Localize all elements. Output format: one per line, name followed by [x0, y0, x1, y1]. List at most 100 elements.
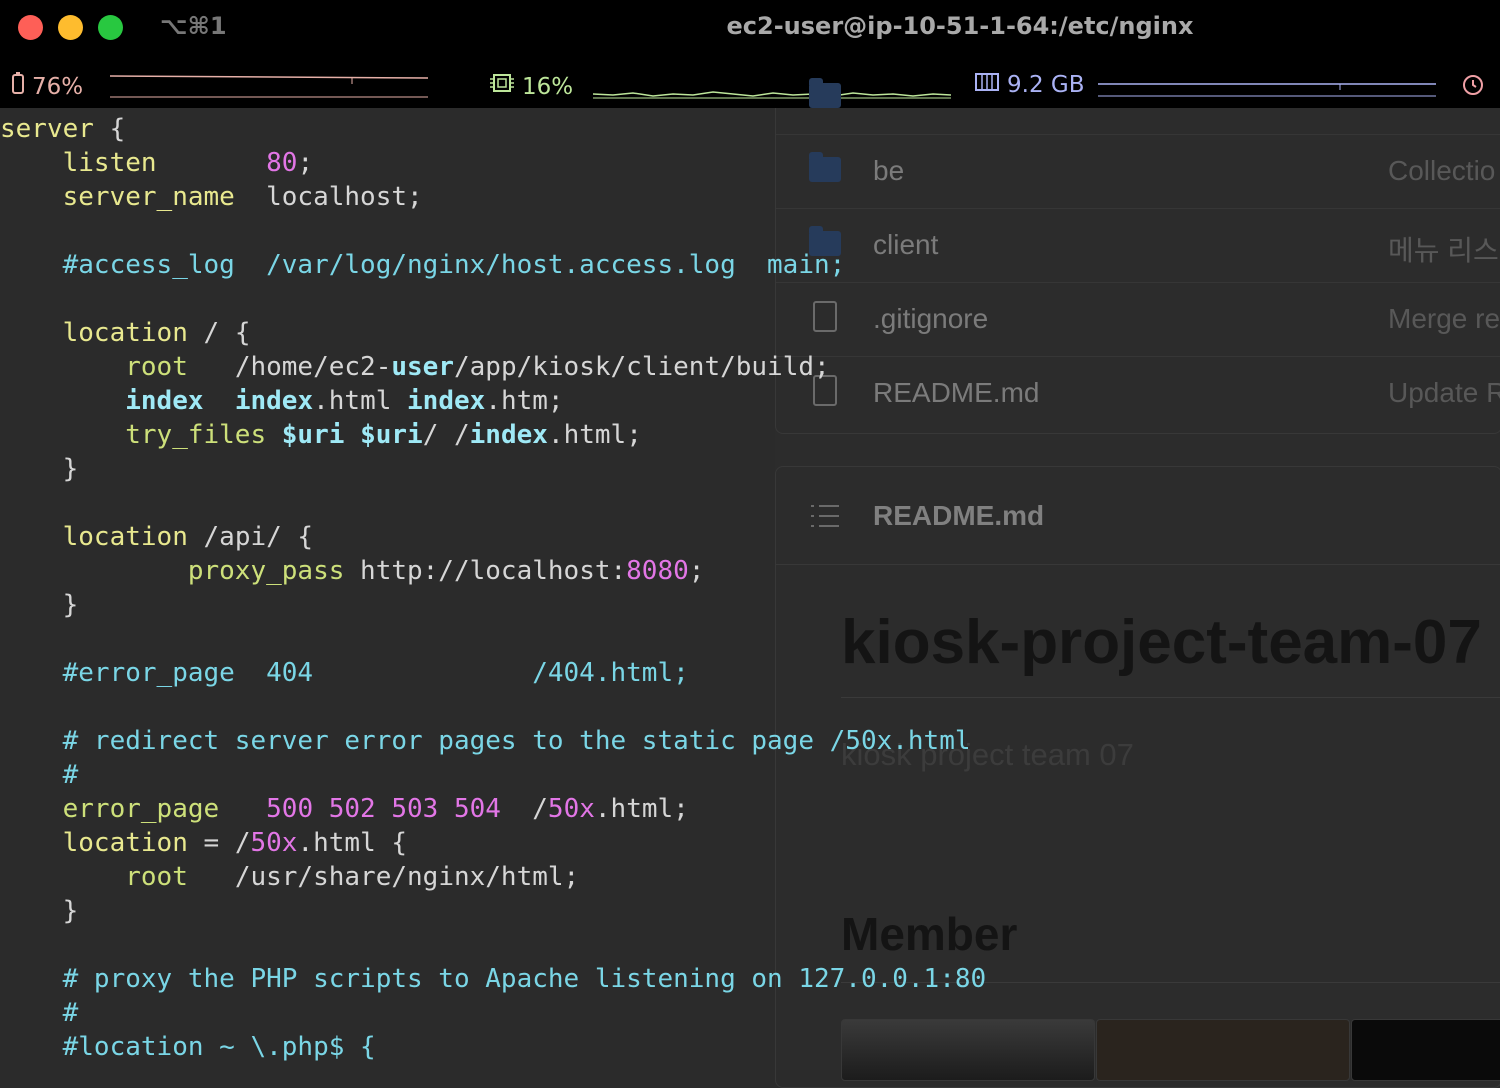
code-line: try_files $uri $uri/ /index.html; — [0, 418, 986, 452]
code-token: ; — [297, 148, 314, 178]
code-token: location — [62, 828, 188, 858]
member-photo — [1096, 1019, 1350, 1081]
battery-icon — [12, 72, 24, 100]
battery-graph — [110, 75, 428, 98]
code-token: $uri — [360, 420, 423, 450]
code-token: 50x — [250, 828, 298, 858]
commit-message[interactable]: Update R — [1388, 377, 1500, 409]
folder-icon — [809, 78, 841, 108]
cpu-status: 16% — [490, 72, 573, 100]
code-token: root — [125, 352, 188, 382]
code-token: #error_page 404 /404.html; — [62, 658, 689, 688]
code-token: .htm; — [485, 386, 564, 416]
terminal-output[interactable]: server { listen 80; server_name localhos… — [0, 112, 986, 1064]
battery-status: 76% — [12, 72, 83, 100]
code-line: listen 80; — [0, 146, 986, 180]
code-line: } — [0, 452, 986, 486]
code-token: server_name — [62, 182, 235, 212]
code-token: } — [0, 590, 79, 620]
code-token: location — [62, 522, 188, 552]
minimize-window-button[interactable] — [58, 15, 83, 40]
code-token: index — [234, 386, 314, 416]
code-token: # — [62, 760, 79, 790]
code-line: location = /50x.html { — [0, 826, 986, 860]
window-title: ec2-user@ip-10-51-1-64:/etc/nginx — [726, 12, 1194, 40]
code-line: index index.html index.htm; — [0, 384, 986, 418]
code-token: } — [0, 454, 79, 484]
code-line: # redirect server error pages to the sta… — [0, 724, 986, 758]
code-token: localhost; — [234, 182, 423, 212]
code-line: root /home/ec2-user/app/kiosk/client/bui… — [0, 350, 986, 384]
code-token: #access_log /var/log/nginx/host.access.l… — [62, 250, 846, 280]
code-line: } — [0, 894, 986, 928]
code-token: index — [469, 420, 548, 450]
code-line: location / { — [0, 316, 986, 350]
tab-shortcut-label: ⌥⌘1 — [160, 12, 227, 40]
code-token: .html; — [594, 794, 689, 824]
code-token: { — [93, 114, 126, 144]
code-line: #access_log /var/log/nginx/host.access.l… — [0, 248, 986, 282]
code-token: index — [407, 386, 486, 416]
code-token: /usr/share/nginx/html; — [187, 862, 580, 892]
code-token: try_files — [125, 420, 267, 450]
battery-value: 76% — [32, 74, 84, 100]
code-token: .html { — [297, 828, 408, 858]
commit-message[interactable]: Merge re — [1388, 303, 1500, 335]
code-token: # redirect server error pages to the sta… — [62, 726, 971, 756]
code-token: proxy_pass — [187, 556, 345, 586]
code-token: location — [62, 318, 188, 348]
commit-message[interactable]: 메뉴 리스트 — [1388, 229, 1500, 269]
code-token: server — [0, 114, 94, 144]
close-window-button[interactable] — [18, 15, 43, 40]
code-token: $uri — [281, 420, 345, 450]
code-line: # — [0, 996, 986, 1030]
commit-message[interactable]: Collectio — [1388, 155, 1495, 187]
code-token: /home/ec2- — [187, 352, 392, 382]
code-token: listen — [62, 148, 157, 178]
code-token: #location ~ \.php$ { — [62, 1032, 376, 1062]
code-line: #location ~ \.php$ { — [0, 1030, 986, 1064]
code-token: / { — [187, 318, 251, 348]
code-token: / — [500, 794, 548, 824]
code-token: 500 502 503 504 — [266, 794, 501, 824]
code-token: # proxy the PHP scripts to Apache listen… — [62, 964, 987, 994]
code-token: http://localhost: — [344, 556, 627, 586]
code-token: /api/ { — [187, 522, 314, 552]
zoom-window-button[interactable] — [98, 15, 123, 40]
code-line: # — [0, 758, 986, 792]
cpu-value: 16% — [522, 74, 574, 100]
code-line: server { — [0, 112, 986, 146]
code-token: 50x — [547, 794, 595, 824]
code-token: /app/kiosk/client/build; — [453, 352, 830, 382]
code-token: ; — [688, 556, 705, 586]
member-photo — [1351, 1019, 1500, 1081]
code-token: root — [125, 862, 188, 892]
code-line: # proxy the PHP scripts to Apache listen… — [0, 962, 987, 996]
code-token: = / — [187, 828, 251, 858]
code-token: .html; — [547, 420, 642, 450]
